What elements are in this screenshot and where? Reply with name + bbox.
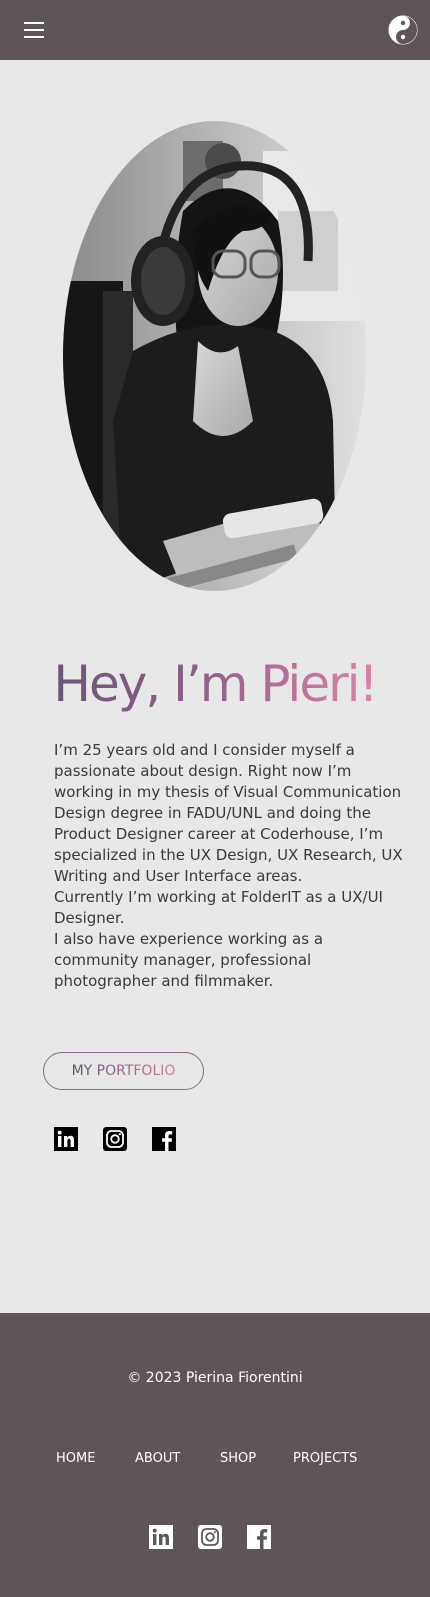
- yin-yang-icon[interactable]: [388, 15, 418, 45]
- my-portfolio-button[interactable]: MY PORTFOLIO: [43, 1052, 204, 1090]
- instagram-icon[interactable]: [198, 1525, 222, 1549]
- my-portfolio-label: MY PORTFOLIO: [71, 1063, 176, 1079]
- footer-link-projects[interactable]: PROJECTS: [293, 1451, 357, 1466]
- facebook-icon[interactable]: [152, 1127, 176, 1151]
- instagram-icon[interactable]: [103, 1127, 127, 1151]
- bio-paragraph: I’m 25 years old and I consider myself a…: [54, 741, 403, 885]
- hero-title: Hey, I’m Pieri!: [0, 650, 430, 718]
- bio-paragraph: I also have experience working as a comm…: [54, 930, 324, 990]
- footer-link-shop[interactable]: SHOP: [220, 1451, 256, 1466]
- linkedin-icon[interactable]: [149, 1525, 173, 1549]
- footer-link-home[interactable]: HOME: [56, 1451, 95, 1466]
- facebook-icon[interactable]: [247, 1525, 271, 1549]
- hamburger-menu-icon[interactable]: [24, 21, 44, 39]
- footer: © 2023 Pierina Fiorentini HOME ABOUT SHO…: [0, 1313, 430, 1597]
- copyright-text: © 2023 Pierina Fiorentini: [127, 1370, 303, 1386]
- bio-paragraph: Currently I’m working at FolderIT as a U…: [54, 888, 383, 927]
- bio-text: I’m 25 years old and I consider myself a…: [54, 740, 404, 992]
- portrait-photo: [63, 121, 366, 591]
- top-bar: [0, 0, 430, 60]
- footer-link-about[interactable]: ABOUT: [135, 1451, 180, 1466]
- portrait-illustration: [63, 121, 366, 591]
- linkedin-icon[interactable]: [54, 1127, 78, 1151]
